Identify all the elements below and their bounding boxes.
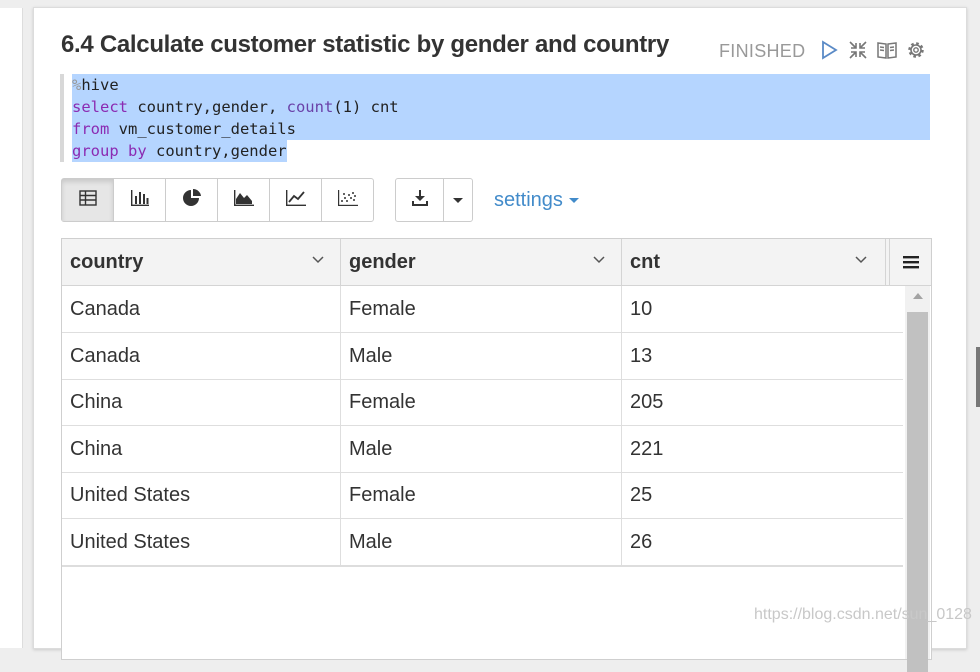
code-line[interactable]: from vm_customer_details xyxy=(72,118,930,140)
table-cell: Canada xyxy=(62,332,341,379)
table-row[interactable]: United States Female 25 xyxy=(62,472,903,519)
code-token: count xyxy=(286,98,334,116)
paragraph-title[interactable]: 6.4 Calculate customer statistic by gend… xyxy=(61,31,669,59)
table-cell: Male xyxy=(341,518,622,565)
scatter-chart-button[interactable] xyxy=(322,179,373,221)
column-header[interactable]: country xyxy=(62,239,341,285)
code-token: from xyxy=(72,120,110,138)
download-icon xyxy=(411,189,429,212)
chevron-down-icon[interactable] xyxy=(855,256,867,264)
download-dropdown-button[interactable] xyxy=(444,179,472,221)
code-line[interactable]: group by country,gender xyxy=(72,140,930,162)
download-button[interactable] xyxy=(396,179,444,221)
table-cell: 26 xyxy=(630,530,653,553)
visualization-toolbar xyxy=(61,178,374,222)
settings-toggle[interactable]: settings xyxy=(494,189,579,212)
code-token: vm_customer_details xyxy=(109,120,296,138)
area-chart-icon xyxy=(233,189,255,212)
line-chart-icon xyxy=(285,189,307,212)
bar-chart-icon xyxy=(130,189,150,212)
code-token: country,gender, xyxy=(128,98,287,116)
code-token: country,gender xyxy=(146,142,287,160)
book-icon[interactable] xyxy=(876,39,898,61)
table-cell: Male xyxy=(341,332,622,379)
table-header: country gender cnt xyxy=(62,239,931,286)
table-cell: United States xyxy=(62,518,341,565)
paragraph-status: FINISHED xyxy=(719,41,806,61)
table-icon xyxy=(78,189,97,211)
table-cell: 25 xyxy=(630,484,653,506)
page-scrollbar-thumb[interactable] xyxy=(976,347,980,407)
table-row[interactable]: Canada Male 13 xyxy=(62,332,903,380)
previous-panel xyxy=(0,8,23,648)
code-token: % xyxy=(72,76,82,94)
table-view-button[interactable] xyxy=(62,179,114,221)
pie-chart-icon xyxy=(182,188,202,213)
table-row[interactable]: Canada Female 10 xyxy=(62,286,903,333)
area-chart-button[interactable] xyxy=(218,179,270,221)
run-icon[interactable] xyxy=(818,39,840,61)
grid-menu-button[interactable] xyxy=(889,239,931,285)
gear-icon[interactable] xyxy=(905,39,927,61)
table-row[interactable]: China Female 205 xyxy=(62,379,903,426)
watermark: https://blog.csdn.net/sun_0128 xyxy=(754,606,972,623)
table-row[interactable]: China Male 221 xyxy=(62,425,903,473)
table-cell: Female xyxy=(341,286,622,332)
column-header-label: gender xyxy=(349,251,416,273)
line-chart-button[interactable] xyxy=(270,179,322,221)
table-cell: Female xyxy=(341,379,622,425)
code-token: hive xyxy=(81,76,119,94)
column-header-label: country xyxy=(70,251,144,273)
pie-chart-button[interactable] xyxy=(166,179,218,221)
table-cell: Female xyxy=(341,472,622,518)
column-header[interactable]: gender xyxy=(341,239,622,285)
bar-chart-button[interactable] xyxy=(114,179,166,221)
scatter-chart-icon xyxy=(337,189,359,212)
caret-down-icon xyxy=(568,198,579,203)
column-header[interactable]: cnt xyxy=(622,239,886,285)
table-cell: 13 xyxy=(630,344,653,367)
table-cell: Male xyxy=(341,425,622,472)
chevron-down-icon[interactable] xyxy=(593,256,605,264)
table-cell: United States xyxy=(62,472,341,518)
table-cell: 10 xyxy=(630,298,653,320)
code-token: (1) cnt xyxy=(333,98,399,116)
code-line[interactable]: %hive xyxy=(72,74,930,96)
code-editor[interactable]: %hive select country,gender, count(1) cnt… xyxy=(60,74,930,162)
scroll-up-arrow-icon[interactable] xyxy=(913,293,923,299)
column-header-label: cnt xyxy=(630,251,660,273)
settings-label: settings xyxy=(494,189,563,211)
download-group xyxy=(395,178,473,222)
table-cell: China xyxy=(62,425,341,472)
table-cell: 205 xyxy=(630,391,664,413)
table-cell: Canada xyxy=(62,286,341,332)
table-cell: 221 xyxy=(630,437,664,460)
code-token: select xyxy=(72,98,128,116)
caret-down-icon xyxy=(453,197,463,203)
table-cell: China xyxy=(62,379,341,425)
notebook-paragraph: 6.4 Calculate customer statistic by gend… xyxy=(33,7,967,672)
chevron-down-icon[interactable] xyxy=(312,256,324,264)
table-bottom-border xyxy=(62,565,903,567)
table-row[interactable]: United States Male 26 xyxy=(62,518,903,566)
hamburger-icon xyxy=(902,256,919,269)
code-line[interactable]: select country,gender, count(1) cnt xyxy=(72,96,930,118)
table-scrollbar[interactable] xyxy=(905,286,930,672)
collapse-icon[interactable] xyxy=(847,39,869,61)
editor-gutter xyxy=(60,74,64,162)
result-table: country gender cnt Canada Female 10 Canada M… xyxy=(61,238,932,672)
code-token: group by xyxy=(72,142,147,160)
